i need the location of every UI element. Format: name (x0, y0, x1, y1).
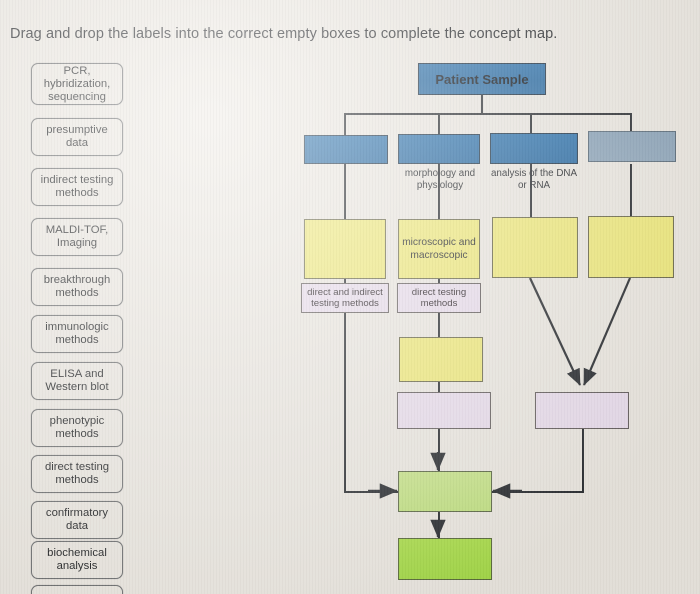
label-chip-line: phenotypic (49, 415, 105, 427)
node-text-line: direct testing (411, 286, 467, 298)
label-chip-indirect-testing-methods[interactable]: indirect testing methods (31, 168, 123, 206)
label-chip-line: methods (55, 287, 99, 299)
node-root-patient-sample[interactable]: Patient Sample (418, 63, 546, 95)
node-tier5-left-slot[interactable] (397, 392, 491, 429)
connector-root-stem (481, 95, 483, 114)
node-tier7-slot[interactable] (398, 538, 492, 580)
label-chip-line: MALDI-TOF, (45, 224, 109, 236)
label-chip-line: methods (55, 428, 99, 440)
node-tier1-slot-1[interactable] (304, 135, 388, 164)
label-chip-line: sequencing (48, 90, 106, 103)
caption-tier1-slot-3: analysis of the DNA or RNA (480, 168, 588, 191)
label-chip-line: methods (55, 187, 99, 199)
label-chip-maldi-tof-imaging[interactable]: MALDI-TOF, Imaging (31, 218, 123, 256)
connector-right-elbow (492, 491, 584, 493)
label-chip-line: methods (55, 474, 99, 486)
concept-map-exercise-page: Drag and drop the labels into the correc… (0, 0, 700, 594)
label-chip-elisa-western-blot[interactable]: ELISA and Western blot (31, 362, 123, 400)
label-chip-line: data (65, 137, 88, 149)
label-chip-line: data (66, 520, 88, 532)
label-chip-biochemical-analysis[interactable]: biochemical analysis (31, 541, 123, 579)
label-chip-line: breakthrough (43, 274, 111, 286)
node-tier4-slot[interactable] (399, 337, 483, 382)
label-chip-breakthrough-methods[interactable]: breakthrough methods (31, 268, 123, 306)
node-tier6-slot[interactable] (398, 471, 492, 512)
label-chip-presumptive-data[interactable]: presumptive data (31, 118, 123, 156)
node-text-line: macroscopic (410, 250, 468, 261)
connector-col4-t1-t2 (630, 164, 632, 219)
caption-tier1-slot-2: morphology and physiology (388, 168, 492, 191)
connector-col2-t3-t4 (438, 313, 440, 337)
node-tier2-slot-3[interactable] (492, 217, 578, 278)
connector-col2-t4-t5 (438, 382, 440, 392)
node-tier2-slot-4[interactable] (588, 216, 674, 278)
label-chip-confirmatory-data[interactable]: confirmatory data (31, 501, 123, 539)
node-tier1-slot-2[interactable] (398, 134, 480, 164)
connector-col1-t1-t2 (344, 164, 346, 219)
label-chip-phenotypic-methods[interactable]: phenotypic methods (31, 409, 123, 447)
connector-col3-diagonal (529, 277, 581, 386)
label-chip-line: methods (55, 334, 99, 346)
label-chip-line: direct testing (44, 461, 110, 473)
node-tier2-microscopic-macroscopic[interactable]: microscopic and macroscopic (398, 219, 480, 279)
node-text-line: microscopic and (402, 237, 476, 248)
instruction-text: Drag and drop the labels into the correc… (10, 26, 558, 42)
node-tier1-slot-3[interactable] (490, 133, 578, 164)
node-tier5-right-slot[interactable] (535, 392, 629, 429)
label-chip-line: Imaging (56, 237, 98, 249)
label-chip-line: hybridization, (43, 77, 111, 90)
node-tier2-slot-1[interactable] (304, 219, 386, 279)
label-chip-line: ELISA and (50, 368, 104, 380)
connector-col1-t3-down (344, 313, 346, 493)
connector-col4-diagonal (582, 277, 632, 386)
connector-tier1-bus (344, 113, 632, 115)
label-chip-pcr-hybridization-sequencing[interactable]: PCR, hybridization, sequencing (31, 63, 123, 105)
label-chip-line: biochemical (47, 547, 107, 559)
connector-right-lav-down (582, 429, 584, 491)
label-chip-partially-visible[interactable] (31, 585, 123, 594)
label-chip-line: indirect testing (40, 174, 114, 186)
caption-line: morphology and (404, 168, 476, 179)
label-chip-direct-testing-methods[interactable]: direct testing methods (31, 455, 123, 493)
label-chip-line: presumptive (46, 124, 108, 136)
connector-col2-t6-t7 (438, 512, 440, 538)
connector-tier1-drop-2 (438, 113, 440, 136)
caption-line: physiology (416, 179, 464, 191)
node-text-line: direct and indirect (307, 286, 383, 298)
label-chip-immunologic-methods[interactable]: immunologic methods (31, 315, 123, 353)
node-text-line: testing methods (311, 298, 379, 309)
connector-tier1-drop-1 (344, 113, 346, 136)
label-chip-line: confirmatory (45, 507, 109, 519)
label-chip-line: immunologic (45, 321, 109, 333)
caption-line: analysis of the DNA (490, 168, 578, 179)
node-tier3-direct-and-indirect-testing-methods[interactable]: direct and indirect testing methods (301, 283, 389, 313)
node-tier1-slot-4[interactable] (588, 131, 676, 162)
node-text-line: methods (420, 298, 458, 309)
label-chip-line: PCR, (63, 64, 91, 77)
connector-col1-elbow (344, 491, 398, 493)
label-chip-line: Western blot (45, 381, 109, 393)
node-tier3-direct-testing-methods[interactable]: direct testing methods (397, 283, 481, 313)
label-chip-line: analysis (56, 560, 98, 572)
connector-col2-t5-t6 (438, 429, 440, 471)
caption-line: or RNA (517, 179, 551, 191)
